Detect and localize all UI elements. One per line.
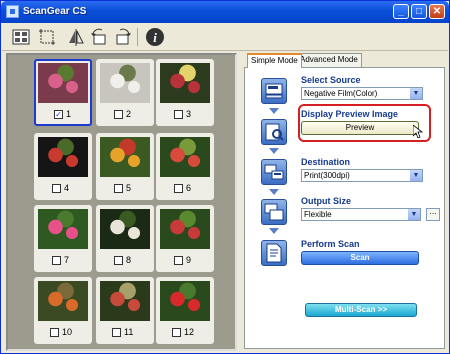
thumbnail-image[interactable] (160, 209, 210, 249)
crop-icon[interactable] (36, 26, 58, 48)
thumbnail-image[interactable] (38, 63, 88, 103)
thumbnail-image[interactable] (38, 137, 88, 177)
thumbnail-checkbox[interactable] (50, 328, 59, 337)
perform-scan-icon (261, 240, 287, 266)
output-size-dropdown[interactable]: Flexible ▼ (301, 208, 421, 221)
thumbnail-number: 7 (64, 255, 70, 265)
display-preview-label: Display Preview Image (301, 109, 399, 119)
thumbnail-number: 12 (184, 327, 195, 337)
step-arrow-icon (269, 189, 279, 195)
simple-mode-panel: Select Source Negative Film(Color) ▼ Dis… (244, 67, 445, 349)
thumbnail-image[interactable] (38, 281, 88, 321)
thumbnail-checkbox[interactable] (172, 328, 181, 337)
output-size-value: Flexible (304, 210, 332, 219)
thumbnail-area: ✓ 1 2 3 4 5 6 7 8 9 10 11 12 (6, 53, 237, 351)
maximize-button[interactable]: □ (411, 4, 427, 19)
thumbnail-image[interactable] (160, 137, 210, 177)
chevron-down-icon[interactable]: ▼ (408, 209, 420, 220)
thumbnail-checkbox[interactable] (114, 256, 123, 265)
mouse-cursor-icon (413, 125, 423, 138)
select-source-label: Select Source (301, 75, 361, 85)
thumbnail-number: 10 (62, 327, 73, 337)
thumbnail-checkbox[interactable] (114, 184, 123, 193)
chevron-down-icon[interactable]: ▼ (410, 170, 422, 181)
select-source-dropdown[interactable]: Negative Film(Color) ▼ (301, 87, 423, 100)
thumbnail-image[interactable] (100, 63, 150, 103)
tab-simple-mode[interactable]: Simple Mode (247, 53, 302, 68)
thumbnail-number: 11 (124, 327, 134, 337)
thumbnail-checkbox[interactable] (52, 184, 61, 193)
thumbnail-card[interactable]: ✓ 1 (34, 59, 92, 126)
tab-advanced-mode[interactable]: Advanced Mode (296, 53, 362, 67)
thumbnail-card[interactable]: 9 (156, 205, 214, 272)
thumbnail-card[interactable]: 4 (34, 133, 92, 200)
thumbnail-checkbox[interactable] (174, 256, 183, 265)
thumbnail-card[interactable]: 8 (96, 205, 154, 272)
thumbnail-card[interactable]: 5 (96, 133, 154, 200)
thumbnail-image[interactable] (38, 209, 88, 249)
thumbnail-card[interactable]: 2 (96, 59, 154, 126)
thumbnail-card[interactable]: 3 (156, 59, 214, 126)
thumbnail-number: 1 (66, 109, 72, 119)
info-icon[interactable]: i (144, 26, 166, 48)
thumbnail-checkbox[interactable] (112, 328, 121, 337)
step-arrow-icon (269, 108, 279, 114)
thumbnail-number: 8 (126, 255, 132, 265)
thumbnail-checkbox[interactable]: ✓ (54, 110, 63, 119)
destination-dropdown[interactable]: Print(300dpi) ▼ (301, 169, 423, 182)
thumbnail-card[interactable]: 12 (156, 277, 214, 344)
thumbnail-number: 2 (126, 109, 132, 119)
thumbnail-checkbox[interactable] (174, 110, 183, 119)
thumbnail-card[interactable]: 10 (34, 277, 92, 344)
source-scanner-icon (261, 78, 287, 104)
destination-icon (261, 159, 287, 185)
scangear-window: ScanGear CS _ □ ✕ i ✓ 1 2 3 4 5 6 7 8 9 10 11 12 Sim… (0, 0, 450, 354)
thumbnail-image[interactable] (100, 209, 150, 249)
thumbnail-card[interactable]: 7 (34, 205, 92, 272)
close-button[interactable]: ✕ (429, 4, 445, 19)
toolbar-separator (137, 28, 138, 46)
step-arrow-icon (269, 148, 279, 154)
thumbnail-number: 4 (64, 183, 70, 193)
thumbnail-number: 6 (186, 183, 192, 193)
toolbar: i (2, 23, 448, 51)
step-arrow-icon (269, 228, 279, 234)
output-size-label: Output Size (301, 196, 351, 206)
thumbnail-card[interactable]: 11 (96, 277, 154, 344)
perform-scan-label: Perform Scan (301, 239, 360, 249)
minimize-button[interactable]: _ (393, 4, 409, 19)
rotate-right-icon[interactable] (112, 26, 134, 48)
thumbnail-number: 9 (186, 255, 192, 265)
window-title: ScanGear CS (23, 6, 87, 17)
mirror-icon[interactable] (65, 26, 87, 48)
destination-value: Print(300dpi) (304, 171, 350, 180)
preview-button[interactable]: Preview (301, 121, 419, 135)
thumbnail-image[interactable] (160, 281, 210, 321)
thumbnail-number: 3 (186, 109, 192, 119)
app-icon (6, 5, 19, 18)
thumbnail-icon[interactable] (10, 26, 32, 48)
rotate-left-icon[interactable] (88, 26, 110, 48)
multi-scan-button[interactable]: Multi-Scan >> (305, 303, 417, 317)
svg-text:i: i (153, 30, 157, 45)
preview-icon (261, 119, 287, 145)
output-size-icon (261, 199, 287, 225)
settings-pane: Simple Mode Advanced Mode Select Source … (244, 53, 446, 349)
thumbnail-number: 5 (126, 183, 132, 193)
chevron-down-icon[interactable]: ▼ (410, 88, 422, 99)
thumbnail-image[interactable] (100, 137, 150, 177)
select-source-value: Negative Film(Color) (304, 89, 378, 98)
output-size-settings-icon[interactable]: ⋯ (426, 208, 440, 221)
thumbnail-checkbox[interactable] (52, 256, 61, 265)
thumbnail-card[interactable]: 6 (156, 133, 214, 200)
title-bar: ScanGear CS _ □ ✕ (1, 1, 449, 23)
thumbnail-checkbox[interactable] (114, 110, 123, 119)
scan-button[interactable]: Scan (301, 251, 419, 265)
thumbnail-image[interactable] (100, 281, 150, 321)
thumbnail-image[interactable] (160, 63, 210, 103)
thumbnail-checkbox[interactable] (174, 184, 183, 193)
destination-label: Destination (301, 157, 351, 167)
